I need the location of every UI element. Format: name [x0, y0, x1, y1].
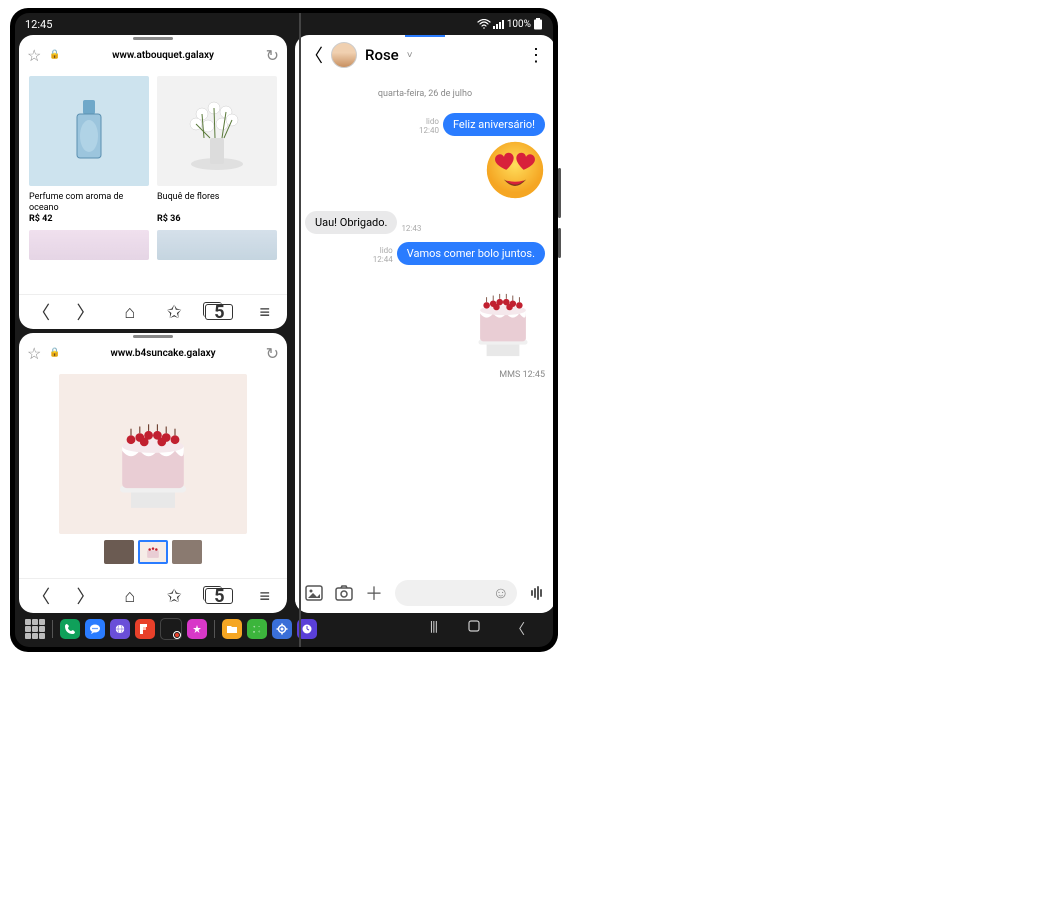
taskbar-app-settings[interactable] [272, 619, 292, 639]
nav-forward-icon[interactable]: 〉 [72, 299, 98, 325]
nav-bookmarks-icon[interactable]: ✩ [161, 302, 187, 323]
msg-time: 12:40 [419, 127, 439, 136]
taskbar-app-flipboard[interactable] [135, 619, 155, 639]
nav-menu-icon[interactable]: ≡ [252, 586, 278, 607]
nav-bookmarks-icon[interactable]: ✩ [161, 586, 187, 607]
nav-forward-icon[interactable]: 〉 [72, 583, 98, 609]
product-price: R$ 42 [29, 214, 149, 224]
taskbar-app-files[interactable] [222, 619, 242, 639]
chat-contact-name[interactable]: Rose [365, 46, 399, 64]
address-bar[interactable]: ☆ 🔒 www.b4suncake.galaxy ↻ [19, 338, 287, 368]
taskbar-app-calculator[interactable]: +−×÷ [247, 619, 267, 639]
taskbar-app-phone[interactable] [60, 619, 80, 639]
bookmark-star-icon[interactable]: ☆ [27, 46, 41, 65]
status-time: 12:45 [25, 18, 52, 31]
url-text: www.b4suncake.galaxy [69, 348, 258, 359]
msg-time: 12:43 [401, 225, 421, 234]
nav-home-icon[interactable]: ⌂ [117, 586, 143, 607]
product-main-image[interactable] [59, 374, 247, 534]
browser-window-top: ☆ 🔒 www.atbouquet.galaxy ↻ Perfume com a… [19, 35, 287, 329]
nav-tabs-icon[interactable]: 5 [205, 304, 233, 320]
svg-text:÷: ÷ [258, 629, 261, 634]
message-input[interactable]: ☺ [395, 580, 517, 606]
chat-header: 〈 Rose ˅ ⋮ [295, 35, 553, 75]
product-thumb[interactable] [104, 540, 134, 564]
taskbar: +−×÷ ||| 〈 [19, 615, 549, 643]
nav-menu-icon[interactable]: ≡ [252, 302, 278, 323]
taskbar-app-camera[interactable] [160, 618, 182, 640]
svg-text:×: × [253, 629, 255, 634]
nav-back-icon[interactable]: 〈 [28, 299, 54, 325]
received-message-row: Uau! Obrigado. 12:43 [305, 211, 545, 234]
taskbar-app-internet[interactable] [110, 619, 130, 639]
product-price: R$ 36 [157, 214, 277, 224]
url-text: www.atbouquet.galaxy [69, 50, 258, 61]
gallery-icon[interactable] [305, 585, 323, 601]
product-swatch[interactable] [157, 230, 277, 260]
lock-icon: 🔒 [49, 50, 60, 60]
nav-back-icon[interactable]: 〈 [511, 619, 525, 639]
reload-icon[interactable]: ↻ [266, 344, 279, 363]
product-thumb[interactable] [172, 540, 202, 564]
chat-back-icon[interactable]: 〈 [305, 42, 323, 68]
bookmark-star-icon[interactable]: ☆ [27, 344, 41, 363]
msg-time: 12:44 [373, 256, 393, 265]
taskbar-app-messages[interactable] [85, 619, 105, 639]
reload-icon[interactable]: ↻ [266, 46, 279, 65]
chat-menu-icon[interactable]: ⋮ [527, 45, 545, 66]
product-swatch[interactable] [29, 230, 149, 260]
voice-input-icon[interactable] [529, 585, 545, 601]
address-bar[interactable]: ☆ 🔒 www.atbouquet.galaxy ↻ [19, 40, 287, 70]
nav-back-icon[interactable]: 〈 [28, 583, 54, 609]
attach-plus-icon[interactable]: ＋ [365, 580, 383, 606]
browser-toolbar: 〈 〉 ⌂ ✩ 5 ≡ [19, 578, 287, 613]
lock-icon: 🔒 [49, 348, 60, 358]
chat-date: quarta-feira, 26 de julho [305, 89, 545, 99]
emoji-picker-icon[interactable]: ☺ [493, 583, 509, 603]
mms-meta: MMS 12:45 [305, 370, 545, 380]
product-name: Perfume com aroma de oceano [29, 192, 149, 214]
nav-recents-icon[interactable]: ||| [430, 619, 437, 639]
sent-message-row: lido 12:40 Feliz aniversário! [305, 113, 545, 136]
product-thumb-selected[interactable] [138, 540, 168, 564]
nav-home-icon[interactable]: ⌂ [117, 302, 143, 323]
nav-home-icon[interactable] [467, 619, 481, 639]
browser-toolbar: 〈 〉 ⌂ ✩ 5 ≡ [19, 294, 287, 329]
chat-input-bar: ＋ ☺ [295, 573, 553, 613]
status-bar: 12:45 100% [15, 13, 553, 35]
signal-icon [493, 19, 505, 29]
product-card[interactable]: Perfume com aroma de oceano R$ 42 [29, 76, 149, 224]
product-image [157, 76, 277, 186]
heart-eyes-emoji[interactable] [305, 140, 545, 203]
app-drawer-icon[interactable] [25, 619, 45, 639]
browser-window-bottom: ☆ 🔒 www.b4suncake.galaxy ↻ [19, 333, 287, 613]
received-bubble[interactable]: Uau! Obrigado. [305, 211, 397, 234]
sent-bubble[interactable]: Feliz aniversário! [443, 113, 545, 136]
product-card[interactable]: Buquê de flores R$ 36 [157, 76, 277, 224]
sent-message-row: lido 12:44 Vamos comer bolo juntos. [305, 242, 545, 265]
taskbar-app-gallery[interactable] [187, 619, 207, 639]
nav-tabs-icon[interactable]: 5 [205, 588, 233, 604]
sent-bubble[interactable]: Vamos comer bolo juntos. [397, 242, 545, 265]
battery-icon [533, 18, 543, 30]
chevron-down-icon[interactable]: ˅ [407, 50, 413, 61]
mms-image[interactable] [305, 271, 545, 364]
avatar[interactable] [331, 42, 357, 68]
camera-icon[interactable] [335, 585, 353, 601]
product-name: Buquê de flores [157, 192, 277, 214]
status-battery-text: 100% [507, 19, 531, 30]
wifi-icon [477, 19, 491, 29]
product-image [29, 76, 149, 186]
chat-window: 〈 Rose ˅ ⋮ quarta-feira, 26 de julho lid… [295, 35, 553, 613]
